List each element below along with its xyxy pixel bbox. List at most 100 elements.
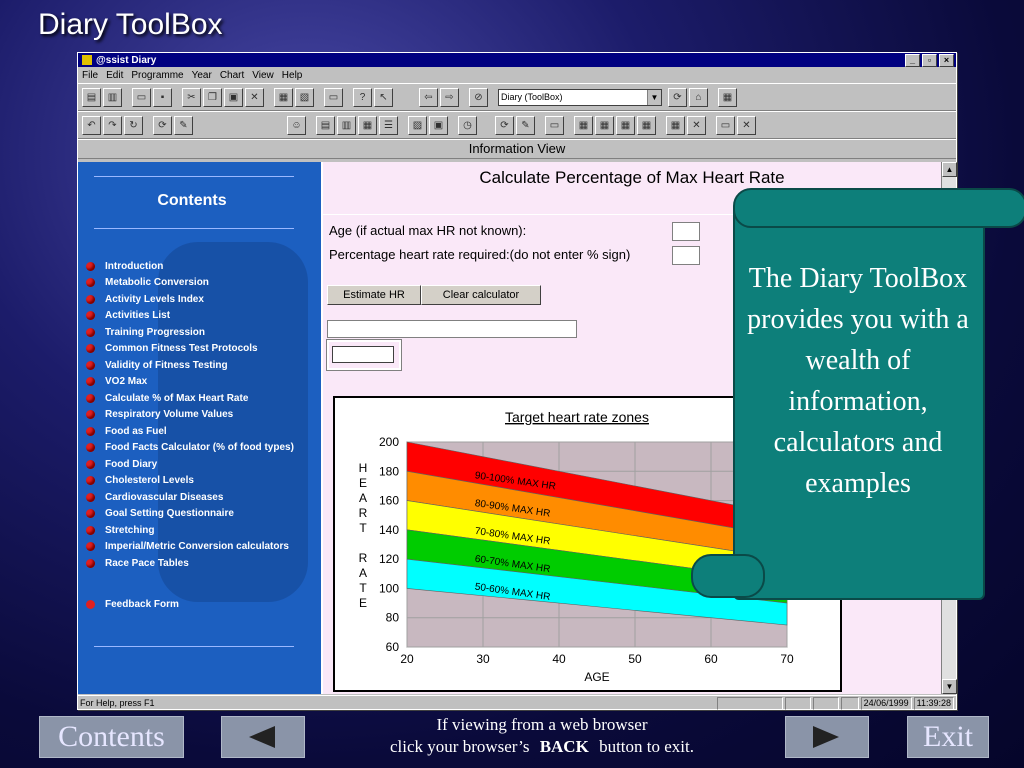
browser-note-pre: click your browser’s (390, 737, 530, 756)
percentage-input[interactable] (672, 246, 700, 265)
export-icon[interactable]: ▭ (716, 115, 735, 135)
cut-icon[interactable]: ✂ (182, 87, 201, 107)
window-icon[interactable]: ▣ (429, 115, 448, 135)
age-label: Age (if actual max HR not known): (329, 223, 527, 238)
new-icon[interactable]: ▤ (82, 87, 101, 107)
bullet-icon (86, 558, 95, 568)
sidebar-item[interactable]: Food Diary (86, 456, 294, 473)
back-arrow-icon[interactable]: ⇦ (419, 87, 438, 107)
tools-icon[interactable]: ✕ (737, 115, 756, 135)
refresh-green-icon[interactable]: ⟳ (153, 115, 172, 135)
form-icon[interactable]: ▥ (337, 115, 356, 135)
repeat-icon[interactable]: ↻ (124, 115, 143, 135)
grid-4-icon[interactable]: ▦ (637, 115, 656, 135)
result-field[interactable] (332, 346, 394, 363)
previous-slide-button[interactable] (221, 716, 305, 758)
grid-3-icon[interactable]: ▦ (616, 115, 635, 135)
sidebar-item[interactable]: Activity Levels Index (86, 291, 294, 308)
menu-help[interactable]: Help (282, 70, 303, 81)
toolbar-second: ↶ ↷ ↻ ⟳ ✎ ☺ ▤ ▥ ▦ ☰ ▨ ▣ ◷ ⟳ ✎ ▭ ▦ ▦ ▦ ▦ … (78, 111, 956, 139)
calculator-icon[interactable]: ▭ (324, 87, 343, 107)
menu-view[interactable]: View (252, 70, 274, 81)
sidebar-item-label: Feedback Form (105, 599, 179, 610)
open-doc-icon[interactable]: ▥ (103, 87, 122, 107)
sidebar-item[interactable]: Respiratory Volume Values (86, 407, 294, 424)
remove-icon[interactable]: ✕ (687, 115, 706, 135)
redo-icon[interactable]: ↷ (103, 115, 122, 135)
print-page-icon[interactable]: ▦ (718, 87, 737, 107)
refresh-doc-icon[interactable]: ⟳ (495, 115, 514, 135)
divider (94, 176, 294, 177)
clear-calculator-button[interactable]: Clear calculator (421, 285, 541, 305)
user-icon[interactable]: ☺ (287, 115, 306, 135)
open-folder-icon[interactable]: ▭ (132, 87, 151, 107)
grid-5-icon[interactable]: ▦ (666, 115, 685, 135)
edit-doc-icon[interactable]: ✎ (516, 115, 535, 135)
menu-edit[interactable]: Edit (106, 70, 123, 81)
sidebar-item[interactable]: Stretching (86, 522, 294, 539)
exit-nav-button[interactable]: Exit (907, 716, 989, 758)
refresh-icon[interactable]: ⟳ (668, 87, 687, 107)
print-icon[interactable]: ▦ (274, 87, 293, 107)
minimize-button[interactable]: _ (905, 53, 920, 67)
context-help-icon[interactable]: ↖ (374, 87, 393, 107)
grid-1-icon[interactable]: ▦ (574, 115, 593, 135)
sidebar-item[interactable]: Cardiovascular Diseases (86, 489, 294, 506)
status-cell (840, 696, 859, 710)
sidebar-item[interactable]: Metabolic Conversion (86, 275, 294, 292)
sidebar-item[interactable]: Race Pace Tables (86, 555, 294, 572)
table-icon[interactable]: ▤ (316, 115, 335, 135)
sidebar-item[interactable]: Cholesterol Levels (86, 473, 294, 490)
sidebar-item[interactable]: Calculate % of Max Heart Rate (86, 390, 294, 407)
sidebar-item[interactable]: Goal Setting Questionnaire (86, 506, 294, 523)
callout-scroll: The Diary ToolBox provides you with a we… (691, 188, 1024, 600)
grid-2-icon[interactable]: ▦ (595, 115, 614, 135)
help-icon[interactable]: ? (353, 87, 372, 107)
age-input[interactable] (672, 222, 700, 241)
chart-icon[interactable]: ▨ (408, 115, 427, 135)
result-text-field[interactable] (327, 320, 577, 338)
sidebar-item[interactable]: VO2 Max (86, 374, 294, 391)
clock-icon[interactable]: ◷ (458, 115, 477, 135)
bullet-icon (86, 410, 95, 420)
copy-icon[interactable]: ❐ (203, 87, 222, 107)
scroll-down-icon[interactable]: ▼ (942, 679, 957, 694)
estimate-hr-button[interactable]: Estimate HR (327, 285, 421, 305)
report-icon[interactable]: ▦ (358, 115, 377, 135)
sidebar-item[interactable]: Food Facts Calculator (% of food types) (86, 440, 294, 457)
sidebar-item[interactable]: Activities List (86, 308, 294, 325)
next-slide-button[interactable] (785, 716, 869, 758)
sidebar-item[interactable]: Common Fitness Test Protocols (86, 341, 294, 358)
insert-icon[interactable]: ▭ (545, 115, 564, 135)
edit-icon[interactable]: ✎ (174, 115, 193, 135)
menu-programme[interactable]: Programme (131, 70, 183, 81)
contents-nav-button[interactable]: Contents (39, 716, 184, 758)
sidebar-item[interactable]: Validity of Fitness Testing (86, 357, 294, 374)
scroll-up-icon[interactable]: ▲ (942, 162, 957, 177)
diary-select[interactable]: Diary (ToolBox) ▼ (498, 88, 662, 106)
sidebar-item-label: Food Diary (105, 458, 158, 470)
forward-arrow-icon[interactable]: ⇨ (440, 87, 459, 107)
home-icon[interactable]: ⌂ (689, 87, 708, 107)
stop-icon[interactable]: ⊘ (469, 87, 488, 107)
paste-icon[interactable]: ▣ (224, 87, 243, 107)
menu-year[interactable]: Year (192, 70, 212, 81)
chevron-down-icon[interactable]: ▼ (647, 89, 661, 105)
sidebar-item[interactable]: Training Progression (86, 324, 294, 341)
close-button[interactable]: × (939, 53, 954, 67)
sidebar-item[interactable]: Introduction (86, 258, 294, 275)
sidebar-item[interactable]: Imperial/Metric Conversion calculators (86, 539, 294, 556)
sidebar-item[interactable]: Food as Fuel (86, 423, 294, 440)
bullet-icon (86, 311, 95, 321)
sidebar-item-label: Calculate % of Max Heart Rate (105, 392, 249, 404)
maximize-button[interactable]: ▫ (922, 53, 937, 67)
menu-file[interactable]: File (82, 70, 98, 81)
list-icon[interactable]: ☰ (379, 115, 398, 135)
sidebar-item-feedback[interactable]: Feedback Form (86, 599, 179, 610)
delete-icon[interactable]: ✕ (245, 87, 264, 107)
undo-icon[interactable]: ↶ (82, 115, 101, 135)
print-preview-icon[interactable]: ▧ (295, 87, 314, 107)
menu-chart[interactable]: Chart (220, 70, 244, 81)
window-title: @ssist Diary (96, 54, 157, 66)
save-icon[interactable]: ▪ (153, 87, 172, 107)
